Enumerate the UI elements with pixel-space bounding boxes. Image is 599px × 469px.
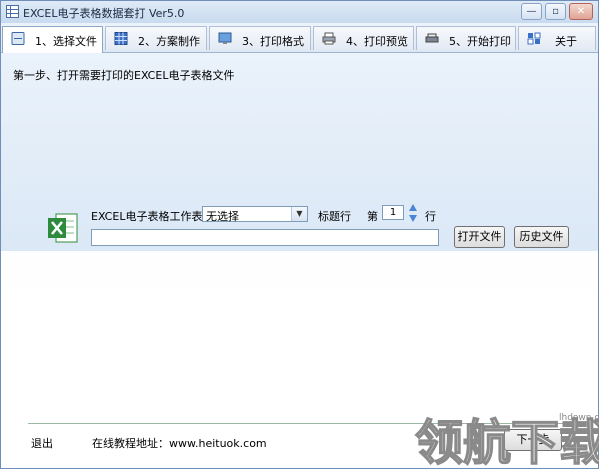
title-row-suffix: 行 xyxy=(425,210,436,223)
grid-icon xyxy=(114,32,128,45)
printer-preview-icon xyxy=(322,32,336,45)
sheet-label: EXCEL电子表格工作表 xyxy=(91,210,203,223)
open-file-button[interactable]: 打开文件 xyxy=(454,226,505,248)
minimize-button[interactable]: — xyxy=(521,3,542,20)
tab-label: 2、方案制作 xyxy=(138,35,200,48)
content-area: 第一步、打开需要打印的EXCEL电子表格文件 EXCEL电子表格工作表 无选择 … xyxy=(1,53,599,469)
app-window: EXCEL电子表格数据套打 Ver5.0 — ▫ ✕ 1、选择文件 2、方案制作 xyxy=(0,0,599,469)
title-row-input[interactable]: 1 xyxy=(382,205,404,220)
sheet-select-value: 无选择 xyxy=(206,210,239,223)
tab-print-format[interactable]: 3、打印格式 xyxy=(209,26,311,50)
tab-start-print[interactable]: 5、开始打印 xyxy=(416,26,516,50)
close-button[interactable]: ✕ xyxy=(569,3,593,20)
about-icon xyxy=(527,32,541,45)
sheet-select[interactable]: 无选择 ▼ xyxy=(202,206,308,223)
history-file-button[interactable]: 历史文件 xyxy=(514,226,569,248)
tab-label: 4、打印预览 xyxy=(346,35,408,48)
tab-select-file[interactable]: 1、选择文件 xyxy=(2,26,103,53)
tab-label: 5、开始打印 xyxy=(449,35,511,48)
online-tutorial-text: 在线教程地址：www.heituok.com xyxy=(92,437,267,450)
tab-bar: 1、选择文件 2、方案制作 3、打印格式 4、打印预览 5、开始打印 关于 xyxy=(1,25,598,53)
title-row-prefix: 第 xyxy=(367,210,378,223)
file-icon xyxy=(11,32,25,45)
window-title: EXCEL电子表格数据套打 Ver5.0 xyxy=(23,7,185,20)
printer-icon xyxy=(425,33,439,43)
file-path-input[interactable] xyxy=(91,229,439,246)
chevron-down-icon[interactable]: ▼ xyxy=(291,207,307,221)
monitor-icon xyxy=(218,32,232,44)
title-row-label: 标题行 xyxy=(318,210,351,223)
tab-label: 3、打印格式 xyxy=(242,35,304,48)
step-instruction: 第一步、打开需要打印的EXCEL电子表格文件 xyxy=(13,69,235,82)
file-selection-panel: 第一步、打开需要打印的EXCEL电子表格文件 EXCEL电子表格工作表 无选择 … xyxy=(1,53,598,251)
tab-about[interactable]: 关于 xyxy=(518,26,596,50)
title-bar: EXCEL电子表格数据套打 Ver5.0 — ▫ ✕ xyxy=(1,1,598,23)
watermark-url: lhdown.com xyxy=(559,413,599,423)
exit-link[interactable]: 退出 xyxy=(31,435,53,451)
spin-arrows-icon[interactable] xyxy=(408,203,418,223)
tab-print-preview[interactable]: 4、打印预览 xyxy=(313,26,414,50)
svg-text:领航下载: 领航下载 xyxy=(415,415,599,469)
tab-scheme-design[interactable]: 2、方案制作 xyxy=(105,26,207,50)
tab-label: 关于 xyxy=(555,35,577,48)
excel-icon xyxy=(48,213,78,243)
tab-label: 1、选择文件 xyxy=(35,35,97,48)
app-grid-icon xyxy=(6,5,19,18)
maximize-button[interactable]: ▫ xyxy=(545,3,566,20)
